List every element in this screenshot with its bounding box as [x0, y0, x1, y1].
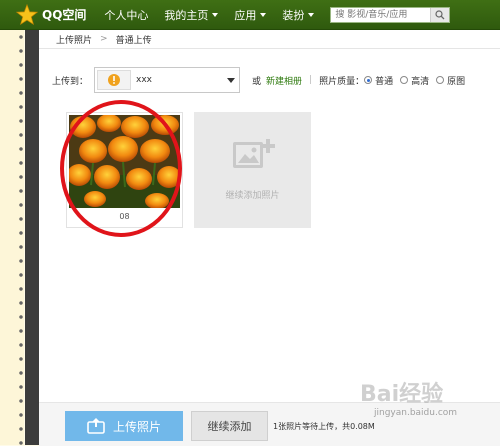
- dark-border-strip: [25, 30, 39, 445]
- radio-unselected-icon: [436, 76, 445, 84]
- new-album-link[interactable]: 新建相册: [266, 74, 302, 87]
- quality-original-radio[interactable]: 原图: [436, 74, 465, 87]
- dropdown-arrow-icon: [227, 78, 236, 83]
- upload-to-label: 上传到：: [52, 76, 89, 87]
- warning-album-icon: [108, 74, 121, 86]
- nav-personal-center[interactable]: 个人中心: [104, 7, 148, 23]
- nav-apps[interactable]: 应用: [234, 7, 267, 23]
- photo-quality-label: 照片质量：: [319, 76, 365, 87]
- search-box: [330, 6, 451, 23]
- nav-decorate[interactable]: 装扮: [282, 7, 315, 23]
- chevron-down-icon: [260, 12, 267, 17]
- quality-normal-radio[interactable]: 普通: [364, 74, 393, 87]
- nav-label: 应用: [234, 8, 257, 22]
- breadcrumb: 上传照片 > 普通上传: [56, 30, 152, 48]
- upload-icon: [87, 418, 105, 434]
- quality-normal-label: 普通: [375, 76, 394, 87]
- or-text: 或: [252, 76, 262, 87]
- breadcrumb-separator: >: [100, 34, 108, 44]
- bottom-action-bar: 上传照片 继续添加 1张照片等待上传，共0.08M: [39, 402, 500, 446]
- chevron-down-icon: [212, 12, 219, 17]
- qzone-logo[interactable]: QQ空间: [16, 3, 87, 26]
- add-more-photos-card[interactable]: 继续添加照片: [194, 112, 311, 228]
- upload-button-label: 上传照片: [112, 419, 161, 434]
- quality-hd-radio[interactable]: 高清: [400, 74, 429, 87]
- quality-original-label: 原图: [447, 76, 466, 87]
- add-photo-icon: [233, 139, 275, 168]
- chevron-down-icon: [308, 12, 315, 17]
- album-select[interactable]: xxx: [94, 67, 241, 93]
- breadcrumb-normal-upload: 普通上传: [115, 35, 152, 46]
- search-button[interactable]: [430, 7, 450, 22]
- nav-label: 个人中心: [104, 8, 149, 22]
- nav-label: 装扮: [282, 8, 305, 22]
- radio-unselected-icon: [400, 76, 409, 84]
- nav-label: 我的主页: [164, 8, 209, 22]
- upload-photos-button[interactable]: 上传照片: [65, 411, 183, 441]
- divider: [39, 48, 500, 49]
- breadcrumb-upload-photos[interactable]: 上传照片: [56, 33, 92, 46]
- top-nav-bar: QQ空间 个人中心 我的主页 应用 装扮: [0, 0, 500, 30]
- search-input[interactable]: [331, 7, 431, 22]
- dotted-border-decoration: [17, 30, 25, 445]
- quality-hd-label: 高清: [411, 76, 430, 87]
- album-name: xxx: [136, 75, 152, 85]
- continue-adding-button[interactable]: 继续添加: [191, 411, 268, 441]
- upload-status-text: 1张照片等待上传，共0.08M: [273, 422, 375, 431]
- separator: |: [309, 75, 313, 85]
- album-cover-thumbnail: [97, 70, 132, 90]
- red-highlight-circle: [60, 100, 182, 237]
- radio-selected-icon: [364, 76, 373, 84]
- search-icon: [435, 9, 445, 19]
- upload-options-row: 上传到： xxx 或 新建相册 | 照片质量： 普通 高清 原图: [52, 66, 472, 94]
- add-more-label: 继续添加照片: [225, 191, 280, 201]
- upload-panel: 上传照片 > 普通上传 上传到： xxx 或 新建相册 | 照片质量： 普通 高…: [39, 30, 500, 446]
- star-logo-icon: [16, 3, 38, 25]
- nav-my-homepage[interactable]: 我的主页: [164, 7, 219, 23]
- logo-text: QQ空间: [42, 8, 87, 22]
